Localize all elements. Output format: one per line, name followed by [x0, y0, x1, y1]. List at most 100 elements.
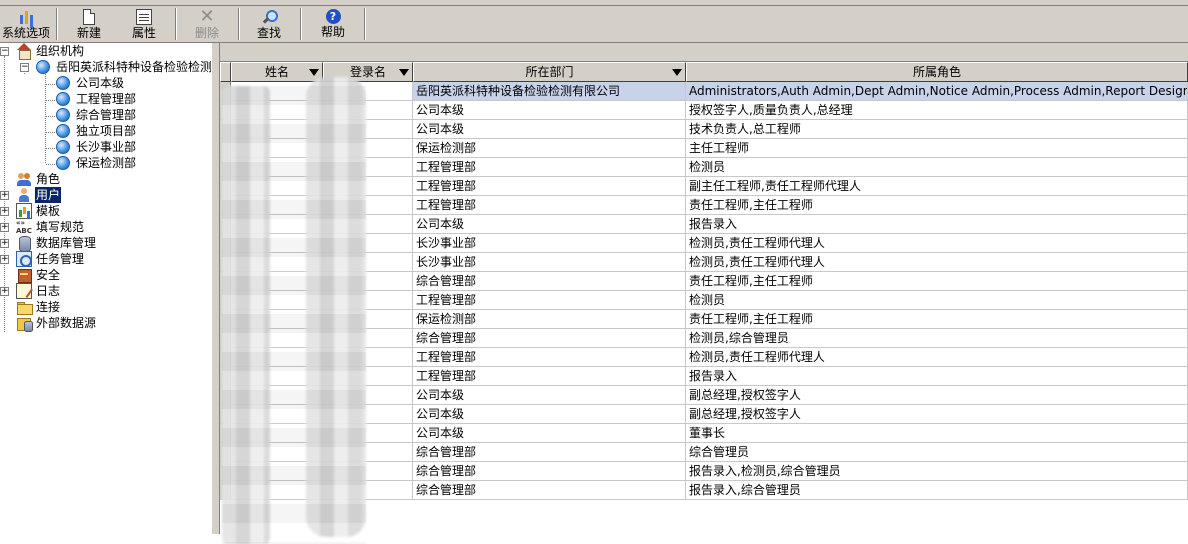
globe-icon: [56, 92, 70, 106]
collapse-icon[interactable]: −: [0, 47, 9, 56]
pane-splitter[interactable]: [211, 43, 220, 534]
folder-icon: [16, 299, 33, 315]
cell-department: 长沙事业部: [413, 253, 686, 272]
cell-department: 综合管理部: [413, 443, 686, 462]
system-options-icon: [18, 9, 34, 25]
tree-label-connections: 连接: [36, 300, 61, 314]
help-button[interactable]: ? 帮助: [306, 6, 360, 42]
column-header-label: 登录名: [349, 65, 386, 79]
find-button[interactable]: 查找: [242, 6, 296, 42]
collapse-icon[interactable]: −: [20, 63, 29, 72]
expand-icon[interactable]: +: [0, 223, 9, 232]
cell-department: 工程管理部: [413, 367, 686, 386]
cell-roles: 报告录入: [686, 215, 1188, 234]
tree-node-logs[interactable]: + 日志: [0, 283, 211, 299]
tree-node-security[interactable]: 安全: [0, 267, 211, 283]
tree-node-external-datasource[interactable]: 外部数据源: [0, 315, 211, 332]
expand-icon[interactable]: +: [0, 207, 9, 216]
database-icon: [16, 235, 32, 252]
tree-node-dept[interactable]: 独立项目部: [0, 123, 211, 139]
toolbar-separator: [364, 8, 366, 40]
tree-label-database: 数据库管理: [36, 236, 97, 250]
cell-department: 工程管理部: [413, 177, 686, 196]
tree-node-connections[interactable]: 连接: [0, 299, 211, 315]
expand-icon[interactable]: +: [0, 287, 9, 296]
system-options-button[interactable]: 系统选项: [0, 6, 52, 42]
role-icon: [16, 171, 32, 187]
tree-label-templates: 模板: [36, 204, 61, 218]
tree-node-company[interactable]: − 岳阳英派科特种设备检验检测: [0, 59, 211, 75]
cell-roles: 副主任工程师,责任工程师代理人: [686, 177, 1188, 196]
tree-node-database[interactable]: + 数据库管理: [0, 235, 211, 252]
find-label: 查找: [256, 26, 281, 40]
cell-roles: 检测员: [686, 158, 1188, 177]
house-icon: [16, 43, 32, 60]
cell-department: 保运检测部: [413, 310, 686, 329]
expand-icon[interactable]: +: [0, 191, 9, 200]
properties-button[interactable]: 属性: [116, 6, 172, 42]
tree-node-roles[interactable]: 角色: [0, 171, 211, 187]
dropdown-arrow-icon[interactable]: [309, 69, 319, 76]
globe-icon: [56, 76, 70, 90]
cell-department: 公司本级: [413, 215, 686, 234]
toolbar: 系统选项 新建 属性 ✕ 删除 查找 ? 帮助: [0, 6, 1188, 43]
cell-department: 综合管理部: [413, 329, 686, 348]
column-header-label: 所在部门: [525, 65, 574, 79]
tree-node-templates[interactable]: + 模板: [0, 203, 211, 219]
cell-roles: 技术负责人,总工程师: [686, 120, 1188, 139]
template-icon: [16, 203, 32, 219]
cell-department: 综合管理部: [413, 462, 686, 481]
globe-icon: [56, 108, 70, 122]
delete-icon: ✕: [199, 6, 215, 27]
expand-icon[interactable]: +: [0, 255, 9, 264]
tree-node-tasks[interactable]: + 任务管理: [0, 251, 211, 267]
tree-label-org: 组织机构: [36, 44, 85, 58]
cell-department: 工程管理部: [413, 158, 686, 177]
dropdown-arrow-icon[interactable]: [399, 69, 409, 76]
tree-node-org[interactable]: − 组织机构: [0, 43, 211, 60]
tree-label-company: 岳阳英派科特种设备检验检测: [56, 60, 211, 74]
properties-icon: [136, 9, 152, 25]
expand-icon[interactable]: +: [0, 239, 9, 248]
find-icon: [261, 9, 278, 25]
tree-node-dept[interactable]: 长沙事业部: [0, 139, 211, 155]
cell-roles: 报告录入,检测员,综合管理员: [686, 462, 1188, 481]
cell-department: 公司本级: [413, 120, 686, 139]
cell-department: 工程管理部: [413, 196, 686, 215]
cell-roles: 董事长: [686, 424, 1188, 443]
toolbar-separator: [238, 8, 240, 40]
tree-node-users[interactable]: + 用户: [0, 187, 211, 203]
tree-node-dept[interactable]: 工程管理部: [0, 91, 211, 107]
new-document-icon: [83, 9, 95, 25]
dropdown-arrow-icon[interactable]: [672, 69, 682, 76]
log-icon: [16, 283, 32, 299]
new-button[interactable]: 新建: [62, 6, 116, 42]
cell-department: 长沙事业部: [413, 234, 686, 253]
user-icon: [16, 187, 32, 203]
tree-label-dept: 公司本级: [76, 76, 125, 90]
cell-department: 岳阳英派科特种设备检验检测有限公司: [413, 82, 686, 101]
tree-label-users: 用户: [35, 187, 62, 203]
tree-label-logs: 日志: [36, 284, 61, 298]
tree-node-fill-rules[interactable]: + «» ABC 填写规范: [0, 219, 211, 235]
column-header-roles[interactable]: 所属角色: [686, 62, 1188, 82]
tree-label-dept: 综合管理部: [76, 108, 137, 122]
globe-icon: [56, 124, 70, 138]
cell-roles: 副总经理,授权签字人: [686, 405, 1188, 424]
navigation-tree: − 组织机构 − 岳阳英派科特种设备检验检测 公司本级 工程管理部 综合管理部 …: [0, 43, 211, 534]
column-header-label: 姓名: [264, 65, 289, 79]
tree-node-dept[interactable]: 公司本级: [0, 75, 211, 91]
tree-node-dept[interactable]: 保运检测部: [0, 155, 211, 171]
cell-roles: 检测员: [686, 291, 1188, 310]
delete-button[interactable]: ✕ 删除: [180, 6, 234, 42]
tree-label-external-datasource: 外部数据源: [36, 316, 97, 330]
column-header-name[interactable]: 姓名: [231, 62, 323, 82]
tree-label-security: 安全: [36, 268, 61, 282]
cell-roles: Administrators,Auth Admin,Dept Admin,Not…: [686, 82, 1188, 101]
redaction-mosaic: [222, 86, 366, 544]
column-header-department[interactable]: 所在部门: [413, 62, 686, 82]
cell-roles: 责任工程师,主任工程师: [686, 196, 1188, 215]
abc-icon: «» ABC: [16, 219, 32, 235]
cell-department: 综合管理部: [413, 481, 686, 500]
tree-node-dept[interactable]: 综合管理部: [0, 107, 211, 123]
